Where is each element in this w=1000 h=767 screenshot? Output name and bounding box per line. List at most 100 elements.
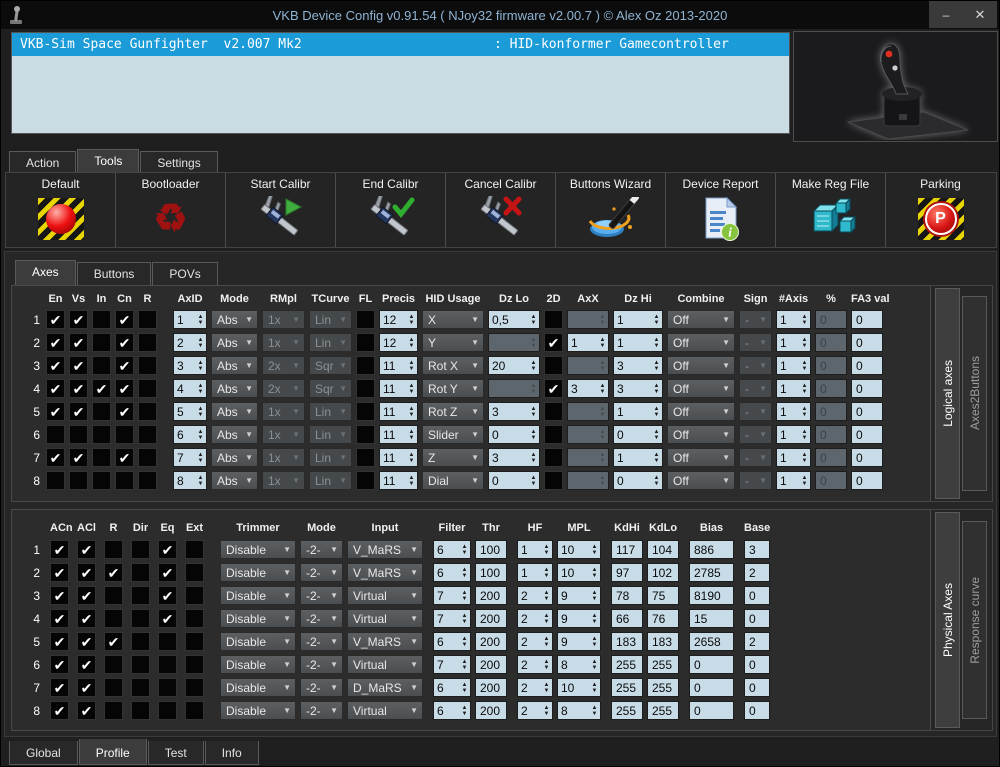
physical-5-dir-checkbox[interactable] xyxy=(131,632,150,651)
logical-8-dz-hi-spinner-down-arrow-icon[interactable]: ▼ xyxy=(654,481,660,487)
logical-6-dz-lo-spinner[interactable]: 0▲▼ xyxy=(488,425,540,444)
physical-5-kdlo-field[interactable]: 183 xyxy=(647,632,679,651)
logical-4-combine-dropdown[interactable]: Off▼ xyxy=(667,379,735,398)
physical-6-filter-spinner[interactable]: 7▲▼ xyxy=(433,655,471,674)
logical-6-fa3-field[interactable]: 0 xyxy=(851,425,883,444)
physical-7-filter-spinner-down-arrow-icon[interactable]: ▼ xyxy=(462,688,468,694)
logical-1-en-checkbox[interactable]: ✔ xyxy=(46,310,65,329)
physical-6-kdlo-field[interactable]: 255 xyxy=(647,655,679,674)
physical-3-input-dropdown[interactable]: Virtual▼ xyxy=(347,586,423,605)
logical-4-hid-usage-dropdown[interactable]: Rot Y▼ xyxy=(422,379,484,398)
physical-3-mpl-spinner[interactable]: 9▲▼ xyxy=(557,586,601,605)
physical-4-eq-checkbox[interactable]: ✔ xyxy=(158,609,177,628)
tab-povs[interactable]: POVs xyxy=(152,262,217,286)
logical-5-inp-checkbox[interactable] xyxy=(92,402,111,421)
side-tab-physical-axes[interactable]: Physical Axes xyxy=(935,512,960,728)
physical-4-kdlo-field[interactable]: 76 xyxy=(647,609,679,628)
physical-7-kdlo-field[interactable]: 255 xyxy=(647,678,679,697)
logical-8-hid-usage-dropdown[interactable]: Dial▼ xyxy=(422,471,484,490)
logical-3-mode-dropdown[interactable]: Abs▼ xyxy=(211,356,258,375)
physical-5-mpl-spinner-down-arrow-icon[interactable]: ▼ xyxy=(592,642,598,648)
logical-6-dz-hi-spinner[interactable]: 0▲▼ xyxy=(613,425,663,444)
logical-2-naxis-spinner-down-arrow-icon[interactable]: ▼ xyxy=(802,343,808,349)
physical-3-kdhi-field[interactable]: 78 xyxy=(611,586,643,605)
logical-6-r-checkbox[interactable] xyxy=(138,425,157,444)
physical-7-acn-checkbox[interactable]: ✔ xyxy=(50,678,69,697)
physical-8-base-field[interactable]: 0 xyxy=(744,701,770,720)
physical-6-r-checkbox[interactable] xyxy=(104,655,123,674)
logical-4-r-checkbox[interactable] xyxy=(138,379,157,398)
logical-5-fl-checkbox[interactable] xyxy=(356,402,375,421)
physical-5-mpl-spinner[interactable]: 9▲▼ xyxy=(557,632,601,651)
physical-4-base-field[interactable]: 0 xyxy=(744,609,770,628)
physical-7-input-dropdown[interactable]: D_MaRS▼ xyxy=(347,678,423,697)
logical-5-cn-checkbox[interactable]: ✔ xyxy=(115,402,134,421)
logical-8-dz-lo-spinner[interactable]: 0▲▼ xyxy=(488,471,540,490)
physical-1-ext-checkbox[interactable] xyxy=(185,540,204,559)
physical-2-hf-spinner-down-arrow-icon[interactable]: ▼ xyxy=(544,573,550,579)
physical-4-dir-checkbox[interactable] xyxy=(131,609,150,628)
physical-8-dir-checkbox[interactable] xyxy=(131,701,150,720)
logical-2-naxis-spinner[interactable]: 1▲▼ xyxy=(776,333,811,352)
logical-3-naxis-spinner-down-arrow-icon[interactable]: ▼ xyxy=(802,366,808,372)
logical-7-vs-checkbox[interactable]: ✔ xyxy=(69,448,88,467)
physical-7-mpl-spinner[interactable]: 10▲▼ xyxy=(557,678,601,697)
physical-1-bias-field[interactable]: 886 xyxy=(689,540,734,559)
physical-5-thr-field[interactable]: 200 xyxy=(475,632,507,651)
physical-6-thr-field[interactable]: 200 xyxy=(475,655,507,674)
logical-3-combine-dropdown[interactable]: Off▼ xyxy=(667,356,735,375)
logical-4-naxis-spinner[interactable]: 1▲▼ xyxy=(776,379,811,398)
logical-8-naxis-spinner[interactable]: 1▲▼ xyxy=(776,471,811,490)
logical-2-hid-usage-dropdown[interactable]: Y▼ xyxy=(422,333,484,352)
physical-4-filter-spinner[interactable]: 7▲▼ xyxy=(433,609,471,628)
physical-1-mpl-spinner[interactable]: 10▲▼ xyxy=(557,540,601,559)
logical-1-cn-checkbox[interactable]: ✔ xyxy=(115,310,134,329)
logical-6-vs-checkbox[interactable] xyxy=(69,425,88,444)
physical-8-acl-checkbox[interactable]: ✔ xyxy=(77,701,96,720)
physical-6-filter-spinner-down-arrow-icon[interactable]: ▼ xyxy=(462,665,468,671)
physical-3-thr-field[interactable]: 200 xyxy=(475,586,507,605)
logical-8-axid-spinner-down-arrow-icon[interactable]: ▼ xyxy=(198,481,204,487)
physical-5-filter-spinner-down-arrow-icon[interactable]: ▼ xyxy=(462,642,468,648)
physical-2-ext-checkbox[interactable] xyxy=(185,563,204,582)
physical-3-eq-checkbox[interactable]: ✔ xyxy=(158,586,177,605)
tab-global[interactable]: Global xyxy=(9,741,78,765)
physical-2-eq-checkbox[interactable]: ✔ xyxy=(158,563,177,582)
physical-5-acl-checkbox[interactable]: ✔ xyxy=(77,632,96,651)
logical-7-dz-lo-spinner-down-arrow-icon[interactable]: ▼ xyxy=(531,458,537,464)
logical-6-fl-checkbox[interactable] xyxy=(356,425,375,444)
physical-8-kdhi-field[interactable]: 255 xyxy=(611,701,643,720)
side-tab-response-curve[interactable]: Response curve xyxy=(962,521,987,720)
physical-1-filter-spinner[interactable]: 6▲▼ xyxy=(433,540,471,559)
tab-axes[interactable]: Axes xyxy=(15,260,76,286)
physical-6-ext-checkbox[interactable] xyxy=(185,655,204,674)
logical-7-dz-hi-spinner-down-arrow-icon[interactable]: ▼ xyxy=(654,458,660,464)
device-report-button[interactable]: Device Report i xyxy=(666,173,776,247)
logical-6-naxis-spinner-down-arrow-icon[interactable]: ▼ xyxy=(802,435,808,441)
logical-7-naxis-spinner[interactable]: 1▲▼ xyxy=(776,448,811,467)
logical-7-axid-spinner-down-arrow-icon[interactable]: ▼ xyxy=(198,458,204,464)
logical-7-d2-checkbox[interactable] xyxy=(544,448,563,467)
logical-7-hid-usage-dropdown[interactable]: Z▼ xyxy=(422,448,484,467)
physical-8-ext-checkbox[interactable] xyxy=(185,701,204,720)
logical-1-dz-lo-spinner[interactable]: 0,5▲▼ xyxy=(488,310,540,329)
physical-5-kdhi-field[interactable]: 183 xyxy=(611,632,643,651)
logical-5-dz-lo-spinner[interactable]: 3▲▼ xyxy=(488,402,540,421)
physical-8-hf-spinner[interactable]: 2▲▼ xyxy=(517,701,553,720)
logical-4-axx-spinner[interactable]: 3▲▼ xyxy=(567,379,609,398)
logical-2-dz-hi-spinner-down-arrow-icon[interactable]: ▼ xyxy=(654,343,660,349)
physical-7-mpl-spinner-down-arrow-icon[interactable]: ▼ xyxy=(592,688,598,694)
logical-4-naxis-spinner-down-arrow-icon[interactable]: ▼ xyxy=(802,389,808,395)
physical-1-filter-spinner-down-arrow-icon[interactable]: ▼ xyxy=(462,550,468,556)
logical-8-dz-lo-spinner-down-arrow-icon[interactable]: ▼ xyxy=(531,481,537,487)
logical-4-axx-spinner-down-arrow-icon[interactable]: ▼ xyxy=(600,389,606,395)
logical-2-precis-spinner-down-arrow-icon[interactable]: ▼ xyxy=(409,343,415,349)
physical-2-r-checkbox[interactable]: ✔ xyxy=(104,563,123,582)
logical-7-dz-hi-spinner[interactable]: 1▲▼ xyxy=(613,448,663,467)
physical-1-acl-checkbox[interactable]: ✔ xyxy=(77,540,96,559)
physical-3-r-checkbox[interactable] xyxy=(104,586,123,605)
logical-3-dz-lo-spinner[interactable]: 20▲▼ xyxy=(488,356,540,375)
logical-8-axid-spinner[interactable]: 8▲▼ xyxy=(173,471,207,490)
logical-3-fl-checkbox[interactable] xyxy=(356,356,375,375)
logical-1-fl-checkbox[interactable] xyxy=(356,310,375,329)
